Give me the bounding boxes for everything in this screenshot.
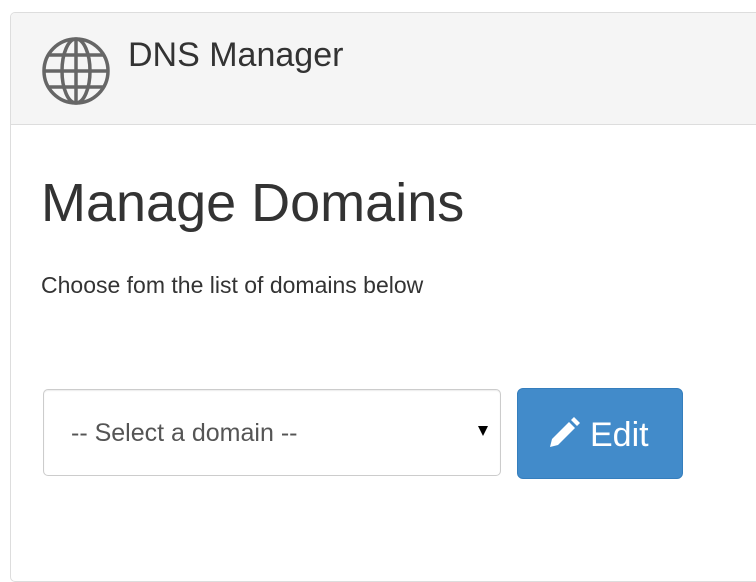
edit-button[interactable]: Edit (517, 388, 683, 479)
app-title: DNS Manager (128, 36, 344, 74)
caret-down-icon (478, 426, 488, 436)
domain-select-value: -- Select a domain -- (71, 419, 298, 447)
main-panel: DNS Manager Manage Domains Choose fom th… (10, 12, 756, 582)
page-subtitle: Choose fom the list of domains below (41, 272, 424, 298)
pencil-icon (550, 417, 580, 447)
edit-button-label: Edit (590, 416, 649, 454)
globe-icon (42, 37, 110, 105)
panel-heading: DNS Manager (11, 13, 756, 125)
page-title: Manage Domains (41, 173, 465, 233)
domain-select[interactable]: -- Select a domain -- (43, 389, 501, 476)
